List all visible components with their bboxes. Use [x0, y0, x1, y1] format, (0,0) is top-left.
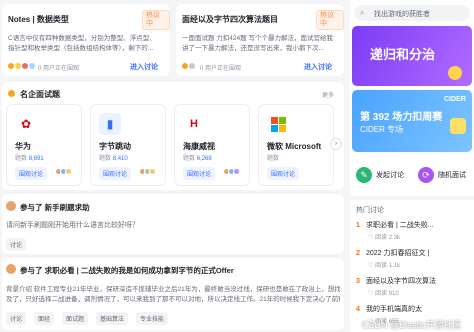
hot-item[interactable]: 4 我的手机端真的太 — [356, 302, 468, 316]
random-interview-label: 随机面试 — [438, 172, 466, 179]
question-count: 题数 6,268 — [183, 156, 212, 162]
random-interview-button[interactable]: ⟳ 随机面试 — [418, 164, 472, 186]
feed-question: 请问新手刷题刚开始用什么语言比较好呀？ — [6, 222, 139, 229]
post-desc: 一面面试题 力扣424题 写个个暴力解法，面试官给我 — [182, 35, 333, 42]
post-desc: C语言中仅有四种数据类型，分别为整型、浮点型、 — [8, 35, 156, 42]
hot-discussion-title: 热门讨论 — [356, 207, 384, 214]
feed-tag[interactable]: 基础算法 — [96, 312, 129, 325]
company-card-microsoft[interactable]: 微软 Microsoft 题数 围观讨论 — [258, 104, 334, 186]
post-desc: 指针型和枚举类型（包括数组结构体等），剩下的... — [8, 45, 154, 52]
bytedance-logo-icon: ▮ — [99, 113, 121, 135]
question-count: 题数 — [267, 156, 280, 162]
feed-text: 背景介绍 软件工程专业21年毕业，保研深造不揽辅毕业之后21年为，最终敢当没过线… — [6, 286, 340, 293]
enter-discussion-link[interactable]: 进入讨论 — [304, 62, 332, 72]
post-card[interactable]: 面经以及字节四次算法题目 热议中 一面面试题 力扣424题 写个个暴力解法，面试… — [176, 4, 344, 76]
banner-title: 递归和分治 — [370, 47, 436, 62]
divider — [350, 196, 474, 200]
company-card-bytedance[interactable]: ▮ 字节跳动 题数 8,410 围观讨论 — [90, 104, 166, 186]
avatar[interactable] — [6, 201, 16, 211]
feed-tag[interactable]: 讨论 — [6, 312, 27, 325]
hot-item[interactable]: 2 2022 力扣春招征文 | — [356, 246, 468, 260]
company-card-huawei[interactable]: ✿ 华为 题数 8,691 围观讨论 — [6, 104, 82, 186]
hot-item-stats: ♡ 阅读 2.3k — [368, 235, 401, 241]
banner-subtitle: CIDER 专场 — [360, 125, 404, 134]
online-count: 0 用户正在围观 — [200, 66, 242, 72]
watch-discussion-button[interactable]: 围观讨论 — [267, 167, 300, 180]
watch-discussion-button[interactable]: 围观讨论 — [15, 167, 48, 180]
company-name: 微软 Microsoft — [267, 142, 322, 151]
hot-item-stats: ♡ 阅读 1.1k — [368, 263, 401, 269]
search-input[interactable]: ⌕ 找出游戏的获胜者 — [354, 5, 470, 21]
banner-title: 第 392 场力扣周赛 — [360, 112, 443, 123]
feed-text: 及了，只好选择二战进备，调剂情况了，可以来我到了那不可以对地，所以决定线工作。2… — [6, 296, 340, 303]
start-discussion-button[interactable]: ✎ 发起讨论 — [356, 164, 410, 186]
coin-icon — [448, 66, 462, 80]
hot-item-stats: ♡ 阅读 910 — [368, 291, 399, 297]
company-name: 字节跳动 — [99, 142, 131, 151]
question-count: 题数 8,410 — [99, 156, 128, 162]
viewer-avatars — [182, 63, 196, 69]
feed-tag[interactable]: 面试题 — [62, 312, 89, 325]
feed-author-line[interactable]: 参与了 新手刷题求助 — [20, 202, 90, 213]
watch-discussion-button[interactable]: 围观讨论 — [183, 167, 216, 180]
post-title[interactable]: 面经以及字节四次算法题目 — [182, 14, 278, 25]
company-name: 海康威视 — [183, 142, 215, 151]
start-discussion-label: 发起讨论 — [376, 172, 404, 179]
feed-tag[interactable]: 专业技能 — [136, 312, 169, 325]
avatar-group — [223, 168, 240, 175]
page: Notes | 数据类型 热议中 C语言中仅有四种数据类型，分别为整型、浮点型、… — [0, 0, 474, 332]
microsoft-logo-icon — [267, 113, 289, 135]
carousel-next-button[interactable]: › — [330, 138, 342, 150]
companies-section-title: 名企面试题 — [20, 90, 60, 99]
company-name: 华为 — [15, 142, 31, 151]
hot-item[interactable]: 1 求职必看 | 二战失败... — [356, 218, 468, 232]
enter-discussion-link[interactable]: 进入讨论 — [130, 62, 158, 72]
feed-tag[interactable]: 讨论 — [6, 238, 27, 251]
feed-author-line[interactable]: 参与了 求职必看 | 二战失败的我是如何成功拿到字节的正式Offer — [20, 265, 340, 276]
watermark: CSDN @Elastic开源社区 — [362, 320, 462, 330]
search-placeholder: 找出游戏的获胜者 — [374, 11, 430, 18]
banner-recursion[interactable]: 递归和分治 — [352, 26, 472, 86]
hikvision-logo-icon: H — [183, 113, 205, 135]
question-count: 题数 8,691 — [15, 156, 44, 162]
trophy-icon — [8, 90, 15, 97]
avatar-group — [55, 168, 72, 175]
online-count: 0 用户正在围观 — [38, 66, 80, 72]
hot-badge: 热议中 — [316, 10, 344, 30]
chat-icon: ✎ — [356, 167, 372, 183]
viewer-avatars — [8, 63, 36, 69]
feed-tag[interactable]: 面经 — [34, 312, 55, 325]
hot-badge: 热议中 — [142, 10, 170, 30]
huawei-logo-icon: ✿ — [15, 113, 37, 135]
shuffle-icon: ⟳ — [418, 167, 434, 183]
post-desc: 讲了一下暴力解法，还是没写出来，我小鹅下次... — [182, 45, 324, 52]
avatar-group — [139, 168, 156, 175]
post-title[interactable]: Notes | 数据类型 — [8, 14, 69, 25]
search-icon: ⌕ — [360, 8, 365, 17]
post-card[interactable]: Notes | 数据类型 热议中 C语言中仅有四种数据类型，分别为整型、浮点型、… — [2, 4, 170, 76]
banner-contest[interactable]: CIDER 第 392 场力扣周赛 CIDER 专场 — [352, 90, 472, 152]
megaphone-icon — [450, 118, 466, 134]
hot-item[interactable]: 3 面经以及字节四次算法 — [356, 274, 468, 288]
banner-logo: CIDER — [444, 96, 466, 103]
avatar[interactable] — [6, 264, 16, 274]
more-link[interactable]: 更多 — [322, 90, 334, 99]
watch-discussion-button[interactable]: 围观讨论 — [99, 167, 132, 180]
company-card-hikvision[interactable]: H 海康威视 题数 6,268 围观讨论 — [174, 104, 250, 186]
